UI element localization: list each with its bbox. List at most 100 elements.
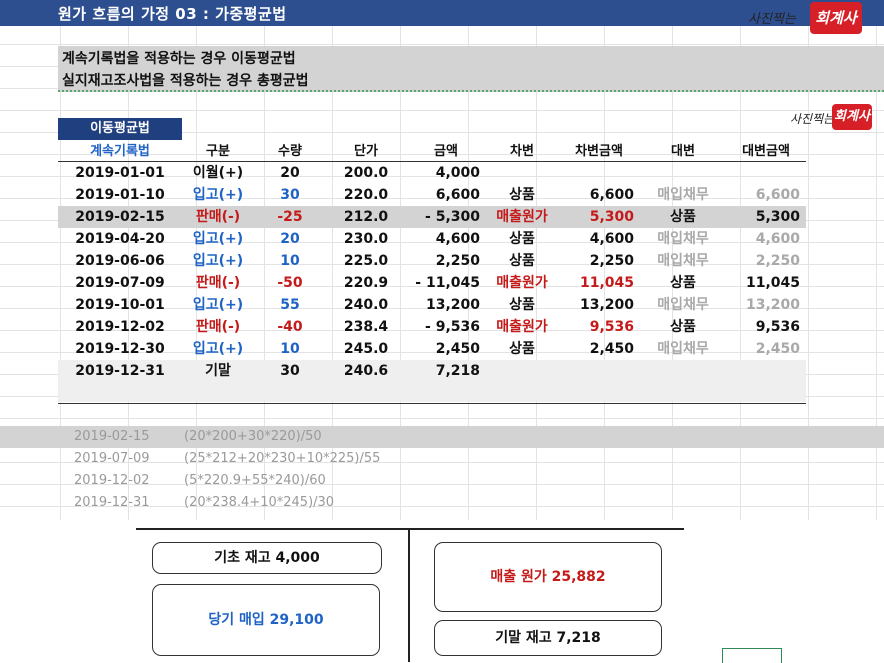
cell-amount[interactable]: 4,000 [406,162,486,184]
cell-credit[interactable]: 매입채무 [640,184,726,206]
cell-price[interactable]: 225.0 [326,250,406,272]
cell-debit-amt[interactable]: 4,600 [558,228,640,250]
cell-price[interactable]: 200.0 [326,162,406,184]
cell-credit-amt[interactable]: 13,200 [726,294,806,316]
calc-formula[interactable]: (20*238.4+10*245)/30 [184,495,334,510]
cell-debit-amt[interactable]: 6,600 [558,184,640,206]
cell-type[interactable]: 입고(+) [182,294,254,316]
cell-qty[interactable]: 30 [254,184,326,206]
cell-credit[interactable]: 매입채무 [640,294,726,316]
cell-date[interactable]: 2019-12-30 [58,338,182,360]
cell-credit-amt[interactable]: 6,600 [726,184,806,206]
cell-credit[interactable] [640,360,726,382]
cell-credit-amt[interactable]: 2,450 [726,338,806,360]
selected-cell[interactable] [722,648,782,663]
cell-debit-amt[interactable]: 5,300 [558,206,640,228]
cell-qty[interactable]: 30 [254,360,326,382]
cell-debit[interactable]: 상품 [486,184,558,206]
cell-type[interactable]: 판매(-) [182,316,254,338]
cell-credit-amt[interactable]: 5,300 [726,206,806,228]
cell-type[interactable]: 입고(+) [182,250,254,272]
calc-date[interactable]: 2019-02-15 [74,429,150,444]
cell-amount[interactable]: 6,600 [406,184,486,206]
t-account-divider [408,528,410,662]
cell-type[interactable]: 입고(+) [182,184,254,206]
cell-amount[interactable]: - 11,045 [406,272,486,294]
cell-debit[interactable]: 매출원가 [486,206,558,228]
cell-credit-amt[interactable]: 2,250 [726,250,806,272]
cell-credit-amt[interactable]: 4,600 [726,228,806,250]
calc-date[interactable]: 2019-12-31 [74,495,150,510]
cell-debit-amt[interactable]: 2,450 [558,338,640,360]
cell-amount[interactable]: - 5,300 [406,206,486,228]
cell-credit[interactable]: 매입채무 [640,250,726,272]
cell-credit[interactable]: 상품 [640,316,726,338]
cell-date[interactable]: 2019-07-09 [58,272,182,294]
cell-amount[interactable]: 7,218 [406,360,486,382]
cell-type[interactable]: 이월(+) [182,162,254,184]
cell-qty[interactable]: 10 [254,338,326,360]
cell-amount[interactable]: 4,600 [406,228,486,250]
cell-type[interactable]: 기말 [182,360,254,382]
cell-date[interactable]: 2019-06-06 [58,250,182,272]
cell-debit[interactable] [486,360,558,382]
cell-qty[interactable]: 20 [254,228,326,250]
cell-credit-amt[interactable] [726,360,806,382]
cell-debit[interactable]: 상품 [486,294,558,316]
cell-debit[interactable]: 매출원가 [486,316,558,338]
cell-price[interactable]: 245.0 [326,338,406,360]
cell-debit-amt[interactable]: 2,250 [558,250,640,272]
cell-credit[interactable]: 매입채무 [640,338,726,360]
cell-qty[interactable]: 20 [254,162,326,184]
cell-debit[interactable]: 상품 [486,338,558,360]
cell-credit-amt[interactable] [726,162,806,184]
cell-price[interactable]: 212.0 [326,206,406,228]
cell-debit-amt[interactable]: 11,045 [558,272,640,294]
cell-debit-amt[interactable] [558,360,640,382]
cell-date[interactable]: 2019-04-20 [58,228,182,250]
cell-qty[interactable]: 55 [254,294,326,316]
cell-price[interactable]: 230.0 [326,228,406,250]
cell-date[interactable]: 2019-02-15 [58,206,182,228]
cell-price[interactable]: 240.6 [326,360,406,382]
cell-date[interactable]: 2019-12-31 [58,360,182,382]
cell-price[interactable]: 220.9 [326,272,406,294]
cell-date[interactable]: 2019-10-01 [58,294,182,316]
cell-debit-amt[interactable]: 13,200 [558,294,640,316]
cell-date[interactable]: 2019-12-02 [58,316,182,338]
cell-amount[interactable]: 2,250 [406,250,486,272]
cell-amount[interactable]: 2,450 [406,338,486,360]
cell-price[interactable]: 238.4 [326,316,406,338]
cell-debit-amt[interactable]: 9,536 [558,316,640,338]
cell-date[interactable]: 2019-01-10 [58,184,182,206]
cell-amount[interactable]: - 9,536 [406,316,486,338]
cell-credit[interactable]: 상품 [640,206,726,228]
cell-debit[interactable]: 매출원가 [486,272,558,294]
cell-credit-amt[interactable]: 9,536 [726,316,806,338]
cell-type[interactable]: 입고(+) [182,228,254,250]
cell-price[interactable]: 220.0 [326,184,406,206]
calc-date[interactable]: 2019-12-02 [74,473,150,488]
cell-amount[interactable]: 13,200 [406,294,486,316]
calc-date[interactable]: 2019-07-09 [74,451,150,466]
cell-qty[interactable]: 10 [254,250,326,272]
cell-date[interactable]: 2019-01-01 [58,162,182,184]
cell-type[interactable]: 판매(-) [182,272,254,294]
cell-qty[interactable]: -40 [254,316,326,338]
cell-debit-amt[interactable] [558,162,640,184]
cell-credit[interactable]: 상품 [640,272,726,294]
calc-formula[interactable]: (20*200+30*220)/50 [184,429,322,444]
cell-debit[interactable]: 상품 [486,250,558,272]
cell-credit[interactable] [640,162,726,184]
cell-price[interactable]: 240.0 [326,294,406,316]
cell-debit[interactable]: 상품 [486,228,558,250]
cell-type[interactable]: 판매(-) [182,206,254,228]
cell-credit[interactable]: 매입채무 [640,228,726,250]
calc-formula[interactable]: (5*220.9+55*240)/60 [184,473,326,488]
cell-qty[interactable]: -50 [254,272,326,294]
cell-qty[interactable]: -25 [254,206,326,228]
cell-type[interactable]: 입고(+) [182,338,254,360]
cell-credit-amt[interactable]: 11,045 [726,272,806,294]
calc-formula[interactable]: (25*212+20*230+10*225)/55 [184,451,380,466]
cell-debit[interactable] [486,162,558,184]
